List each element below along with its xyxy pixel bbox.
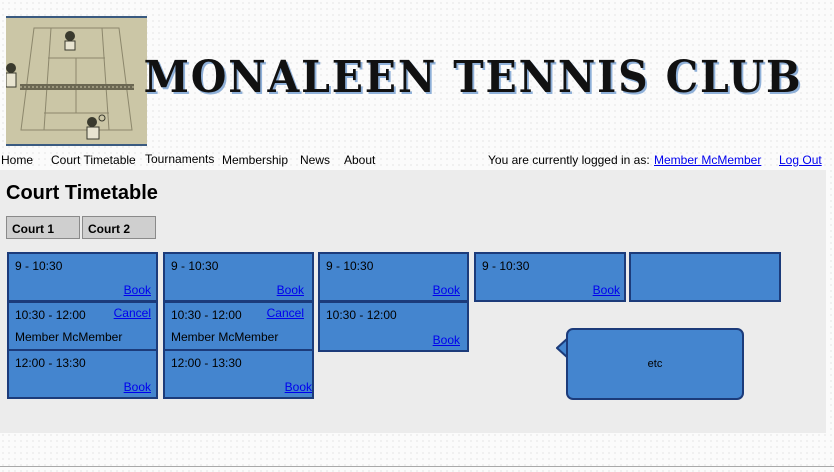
nav-home[interactable]: Home xyxy=(1,153,33,167)
slot-time: 10:30 - 12:00 xyxy=(326,308,397,322)
slot-c1-3: 12:00 - 13:30 Book xyxy=(7,349,158,399)
slot-c3-2: 10:30 - 12:00 Book xyxy=(318,301,469,352)
etc-bubble: etc xyxy=(566,328,744,400)
book-link[interactable]: Book xyxy=(433,333,460,347)
logout-link[interactable]: Log Out xyxy=(779,153,822,167)
nav-about[interactable]: About xyxy=(344,153,375,167)
slot-time: 9 - 10:30 xyxy=(482,259,530,273)
tab-court-2[interactable]: Court 2 xyxy=(82,216,156,239)
nav-news[interactable]: News xyxy=(300,153,330,167)
book-link[interactable]: Book xyxy=(124,283,151,297)
booked-member: Member McMember xyxy=(171,330,279,344)
nav-court-timetable[interactable]: Court Timetable xyxy=(51,153,136,167)
booked-member: Member McMember xyxy=(15,330,123,344)
tab-court-1[interactable]: Court 1 xyxy=(6,216,80,239)
bottom-divider xyxy=(0,466,834,467)
slot-c1-1: 9 - 10:30 Book xyxy=(7,252,158,302)
slot-c2-1: 9 - 10:30 Book xyxy=(163,252,314,302)
login-status-label: You are currently logged in as: xyxy=(488,153,650,167)
book-link[interactable]: Book xyxy=(277,283,304,297)
slot-c2-3: 12:00 - 13:30 Book xyxy=(163,349,314,399)
slot-time: 10:30 - 12:00 xyxy=(171,308,242,322)
member-profile-link[interactable]: Member McMember xyxy=(654,153,761,167)
book-link[interactable]: Book xyxy=(593,283,620,297)
slot-time: 12:00 - 13:30 xyxy=(15,356,86,370)
book-link[interactable]: Book xyxy=(124,380,151,394)
slot-time: 9 - 10:30 xyxy=(326,259,374,273)
slot-time: 12:00 - 13:30 xyxy=(171,356,242,370)
cancel-link[interactable]: Cancel xyxy=(267,306,304,320)
slot-c2-2: 10:30 - 12:00 Cancel Member McMember xyxy=(163,301,314,351)
slot-c5-1 xyxy=(629,252,781,302)
slot-c1-2: 10:30 - 12:00 Cancel Member McMember xyxy=(7,301,158,351)
slot-c3-1: 9 - 10:30 Book xyxy=(318,252,469,302)
page-title: Court Timetable xyxy=(6,182,158,204)
player-top-icon xyxy=(64,31,76,51)
book-link[interactable]: Book xyxy=(433,283,460,297)
slot-time: 10:30 - 12:00 xyxy=(15,308,86,322)
site-title: MONALEEN TENNIS CLUB xyxy=(143,52,802,103)
slot-c4-1: 9 - 10:30 Book xyxy=(474,252,626,302)
slot-time: 9 - 10:30 xyxy=(171,259,219,273)
cancel-link[interactable]: Cancel xyxy=(114,306,151,320)
nav-membership[interactable]: Membership xyxy=(222,153,288,167)
nav-tournaments[interactable]: Tournaments xyxy=(145,152,214,166)
slot-time: 9 - 10:30 xyxy=(15,259,63,273)
book-link[interactable]: Book xyxy=(285,380,312,394)
